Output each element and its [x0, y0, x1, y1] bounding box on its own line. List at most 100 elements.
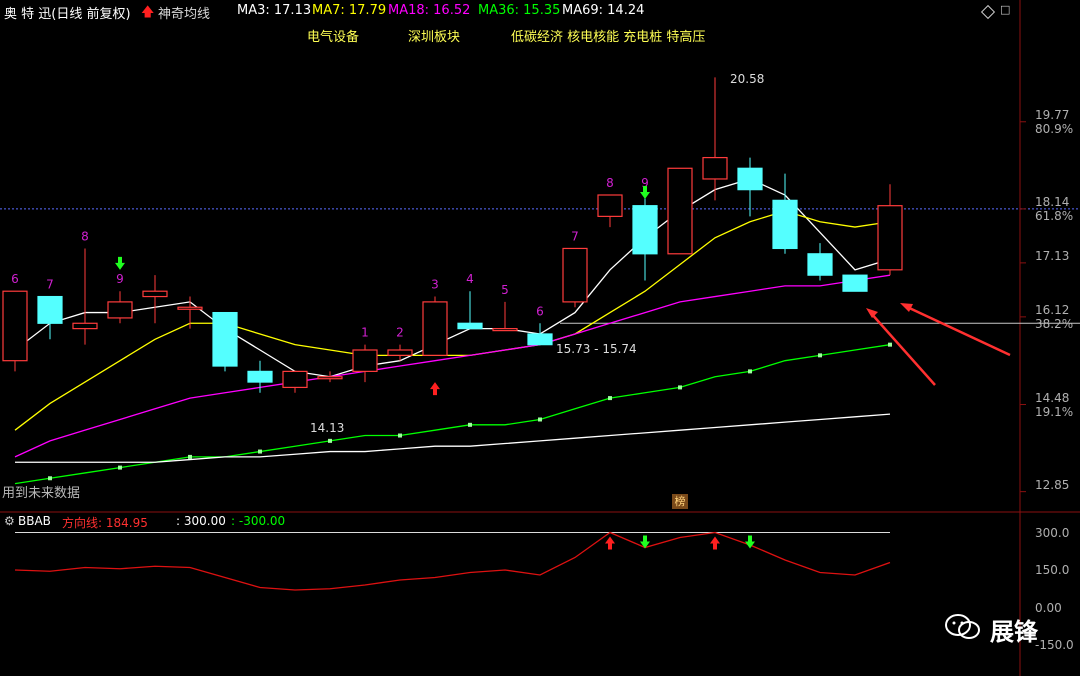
candle-count-label: 6 — [536, 304, 544, 318]
y-tick-percent: 61.8% — [1035, 208, 1074, 223]
y-tick-label: 17.13 — [1035, 248, 1070, 263]
y-tick-label: 14.48 — [1035, 390, 1070, 405]
candle-count-label: 4 — [466, 272, 474, 286]
ma36-marker — [748, 369, 752, 374]
ma-legend-1: MA7: 17.79 — [312, 3, 387, 18]
candle-body — [667, 167, 693, 255]
ma-legend-4: MA69: 14.24 — [562, 3, 645, 18]
sub-y-tick-label: 0.00 — [1035, 600, 1062, 615]
y-tick-percent: 80.9% — [1035, 121, 1074, 136]
tag-concepts[interactable]: 低碳经济 核电核能 充电桩 特高压 — [511, 26, 705, 45]
candle-count-label: 3 — [431, 278, 439, 292]
ma-legend-0: MA3: 17.13 — [237, 3, 312, 18]
upper-line-value: : 300.00 — [176, 514, 226, 528]
candle-count-label: 6 — [11, 272, 19, 286]
candle-body — [177, 306, 203, 310]
candle-count-label: 1 — [361, 326, 369, 340]
future-data-note: 用到未来数据 — [2, 486, 81, 501]
watermark: 展锋 — [990, 618, 1038, 646]
candle-body — [772, 199, 798, 250]
candle-body — [842, 274, 868, 292]
candle-count-label: 8 — [606, 176, 614, 190]
y-tick-label: 16.12 — [1035, 302, 1070, 317]
chart-canvas: 6 7891 23 45678 9 — [0, 0, 1080, 676]
square-icon[interactable]: □ — [1000, 3, 1010, 16]
candle-count-label: 7 — [46, 278, 54, 292]
sub-y-tick-label: 300.0 — [1035, 525, 1070, 540]
candle-body — [527, 333, 553, 346]
annotation-arrow-head-2 — [900, 303, 913, 312]
candle-count-label: 5 — [501, 283, 509, 297]
direction-line-value: 方向线: 184.95 — [62, 516, 148, 530]
y-tick-percent: 38.2% — [1035, 316, 1074, 331]
gear-icon[interactable]: ⚙ — [4, 514, 15, 528]
ma36-marker — [398, 433, 402, 438]
ma36-marker — [608, 396, 612, 401]
candle-body — [317, 376, 343, 380]
tag-region[interactable]: 深圳板块 — [408, 26, 460, 45]
candle-body — [282, 370, 308, 389]
candle-body — [247, 370, 273, 383]
candle-body — [352, 349, 378, 372]
ma36-marker — [118, 465, 122, 470]
candle-body — [72, 322, 98, 330]
ma36-marker — [888, 342, 892, 347]
ma36-marker — [818, 353, 822, 358]
y-tick-percent: 19.1% — [1035, 404, 1074, 419]
candle-body — [37, 295, 63, 324]
candle-body — [702, 156, 728, 180]
sub-buy-arrow-icon — [710, 536, 720, 550]
ma-line-MA7 — [14, 210, 891, 431]
y-tick-label: 18.14 — [1035, 194, 1070, 209]
candle-body — [387, 349, 413, 356]
candle-body — [877, 205, 903, 271]
candle-body — [562, 247, 588, 303]
range-label: 15.73 - 15.74 — [556, 342, 637, 356]
lower-line-value: : -300.00 — [231, 514, 286, 528]
buy-arrow-icon — [430, 382, 440, 396]
candle-count-label: 7 — [571, 229, 579, 243]
candle-body — [422, 301, 448, 356]
candle-count-label: 2 — [396, 326, 404, 340]
up-arrow-icon: 🡅 — [141, 5, 155, 20]
ma36-marker — [48, 476, 52, 481]
stock-title[interactable]: 奥 特 迅(日线 前复权) — [4, 3, 131, 22]
indicator-name[interactable]: 神奇均线 — [158, 3, 210, 22]
candle-body — [212, 311, 238, 367]
low-label: 14.13 — [310, 421, 345, 435]
candle-body — [2, 290, 28, 362]
candle-body — [632, 205, 658, 255]
sub-y-tick-label: 150.0 — [1035, 563, 1070, 577]
ma36-marker — [188, 454, 192, 459]
candle-body — [142, 290, 168, 298]
ma-legend-3: MA36: 15.35 — [478, 3, 561, 18]
sub-buy-arrow-icon — [605, 536, 615, 550]
ma36-marker — [468, 422, 472, 427]
ma-line-MA69 — [15, 413, 891, 463]
wechat-icon — [945, 614, 980, 639]
candle-body — [737, 167, 763, 191]
candle-body — [597, 194, 623, 217]
candle-body — [457, 322, 483, 330]
direction-line — [14, 531, 891, 591]
y-tick-label: 12.85 — [1035, 477, 1070, 492]
ma36-marker — [678, 385, 682, 390]
tag-industry[interactable]: 电气设备 — [307, 26, 359, 45]
ma-legend-2: MA18: 16.52 — [388, 3, 471, 18]
candle-body — [107, 301, 133, 319]
candle-count-label: 8 — [81, 229, 89, 243]
high-label: 20.58 — [730, 72, 765, 86]
candle-count-label: 9 — [116, 272, 124, 286]
y-tick-label: 19.77 — [1035, 107, 1070, 122]
sub-y-tick-label: -150.0 — [1035, 638, 1074, 652]
annotation-arrow-head-1 — [866, 308, 878, 318]
ma36-marker — [538, 417, 542, 422]
bang-badge[interactable]: 榜 — [672, 494, 688, 509]
ma36-marker — [258, 449, 262, 454]
annotation-arrow-2 — [904, 304, 1011, 357]
ma36-marker — [328, 438, 332, 443]
candle-body — [807, 253, 833, 276]
sub-indicator-name[interactable]: BBAB — [18, 514, 51, 528]
ma-line-MA18 — [14, 274, 891, 458]
sell-arrow-icon — [115, 256, 125, 270]
